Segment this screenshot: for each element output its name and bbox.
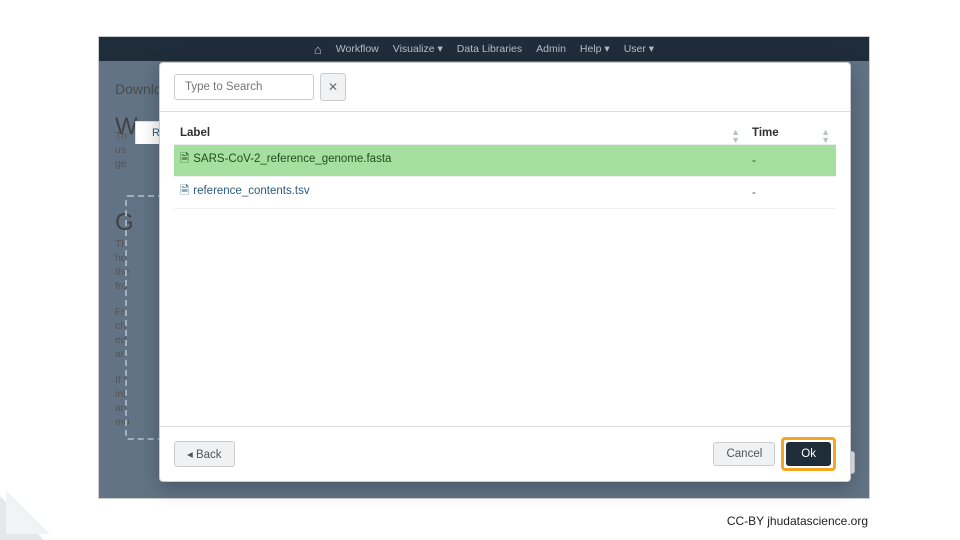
- file-time: -: [746, 177, 836, 209]
- nav-item[interactable]: User ▾: [624, 43, 654, 55]
- nav-item[interactable]: Visualize ▾: [393, 43, 443, 55]
- table-row[interactable]: SARS-CoV-2_reference_genome.fasta -: [174, 145, 836, 177]
- search-input[interactable]: [174, 74, 314, 100]
- bg-text: us: [115, 143, 126, 158]
- nav-item[interactable]: Workflow: [336, 43, 379, 55]
- cancel-button[interactable]: Cancel: [713, 442, 775, 466]
- bg-text: Th: [115, 129, 127, 144]
- nav-item[interactable]: Help ▾: [580, 43, 610, 55]
- nav-item[interactable]: Admin: [536, 43, 566, 55]
- file-picker-modal: ✕ Label▲▼ Time▲▼ SARS-CoV-2_reference_ge…: [159, 62, 851, 482]
- column-header-time[interactable]: Time▲▼: [746, 122, 836, 145]
- file-icon: [180, 185, 193, 197]
- file-name: SARS-CoV-2_reference_genome.fasta: [193, 153, 391, 165]
- ok-button[interactable]: Ok: [786, 442, 831, 466]
- bg-text: Fr: [115, 305, 125, 320]
- modal-header: ✕: [160, 63, 850, 112]
- nav-item[interactable]: Data Libraries: [457, 43, 522, 55]
- table-row[interactable]: reference_contents.tsv -: [174, 177, 836, 209]
- sort-icon: ▲▼: [731, 128, 740, 144]
- navbar: Workflow Visualize ▾ Data Libraries Admi…: [99, 37, 869, 61]
- modal-footer: Back Cancel Ok: [160, 426, 850, 481]
- home-icon[interactable]: [314, 42, 322, 57]
- file-time: -: [746, 145, 836, 177]
- modal-body: Label▲▼ Time▲▼ SARS-CoV-2_reference_geno…: [160, 112, 850, 426]
- file-icon: [180, 153, 193, 165]
- attribution: CC-BY jhudatascience.org: [727, 514, 868, 528]
- ok-highlight: Ok: [781, 437, 836, 471]
- column-header-label[interactable]: Label▲▼: [174, 122, 746, 145]
- file-table: Label▲▼ Time▲▼ SARS-CoV-2_reference_geno…: [174, 122, 836, 209]
- clear-search-button[interactable]: ✕: [320, 73, 346, 101]
- file-name: reference_contents.tsv: [193, 185, 309, 197]
- app-frame: Workflow Visualize ▾ Data Libraries Admi…: [98, 36, 870, 499]
- back-button[interactable]: Back: [174, 441, 235, 467]
- sort-icon: ▲▼: [821, 128, 830, 144]
- bg-text: ge: [115, 157, 127, 172]
- page-fold-icon: [0, 496, 44, 540]
